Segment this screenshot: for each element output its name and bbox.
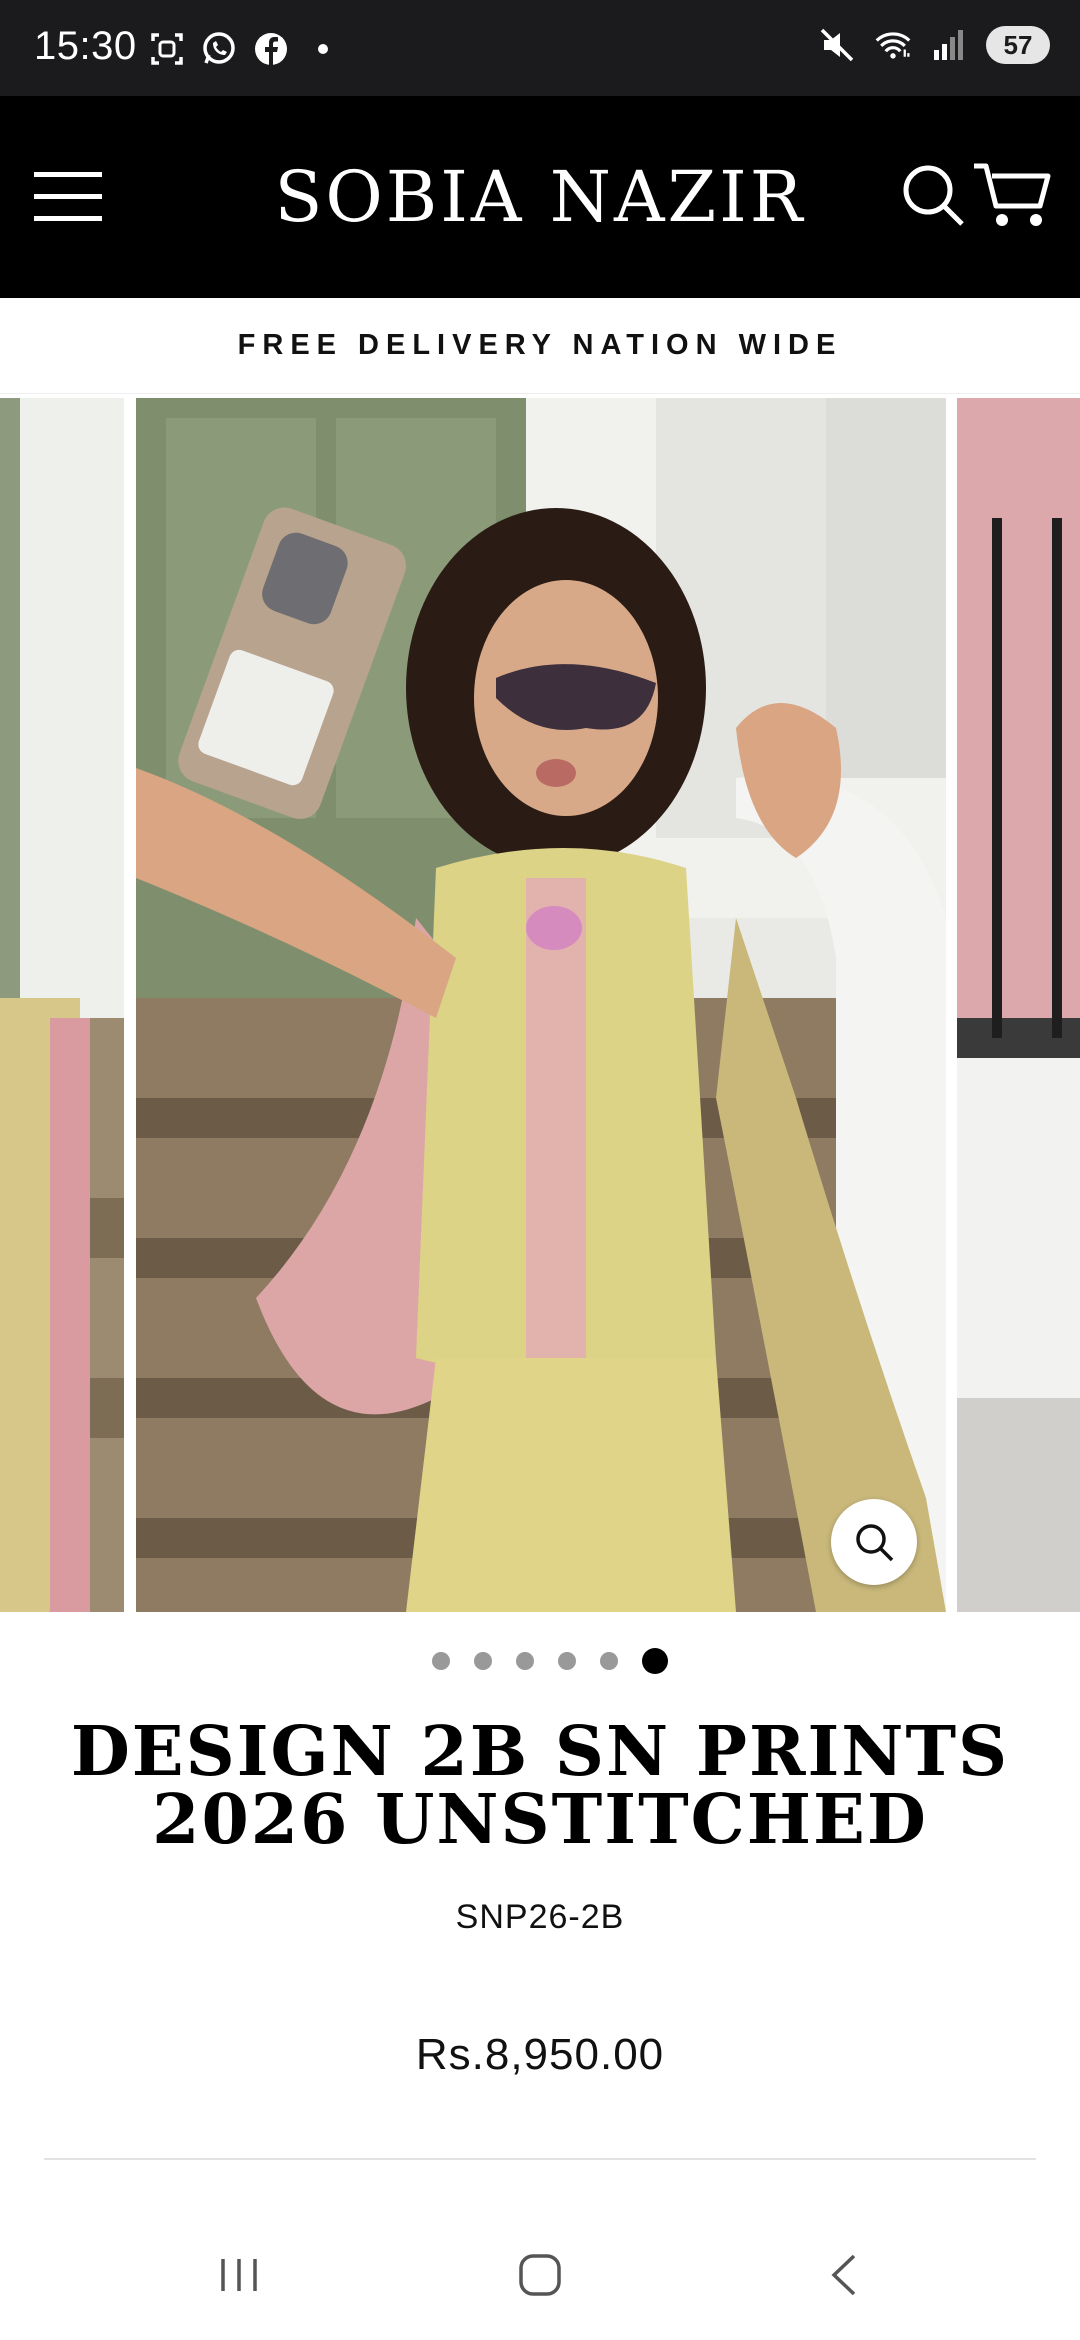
dot-icon	[304, 30, 342, 68]
gallery-slide-previous[interactable]	[0, 398, 124, 1612]
product-price: Rs.8,950.00	[415, 2030, 665, 2079]
pagination-dot-active[interactable]	[642, 1648, 668, 1674]
screenshot-icon	[148, 30, 186, 68]
recents-icon[interactable]	[199, 2240, 279, 2310]
wifi-icon	[874, 26, 912, 64]
home-icon[interactable]	[500, 2240, 580, 2310]
whatsapp-icon	[200, 30, 238, 68]
divider	[44, 2158, 1036, 2160]
status-icons-left	[148, 30, 342, 68]
status-icons-right: 57	[818, 26, 1050, 64]
site-header: SOBIA NAZIR	[0, 96, 1080, 298]
product-sku: SNP26-2B	[455, 1898, 625, 1936]
pagination-dot[interactable]	[600, 1652, 618, 1670]
battery-icon: 57	[986, 26, 1050, 64]
pagination-dot[interactable]	[516, 1652, 534, 1670]
pagination-dot[interactable]	[558, 1652, 576, 1670]
zoom-icon	[856, 1524, 894, 1562]
pagination-dot[interactable]	[474, 1652, 492, 1670]
gallery-pagination	[0, 1648, 1080, 1674]
facebook-icon	[252, 30, 290, 68]
gallery-slide-next[interactable]	[957, 398, 1080, 1612]
mute-icon	[818, 26, 856, 64]
cart-icon[interactable]	[970, 158, 1054, 234]
gallery-slide-active[interactable]	[136, 398, 946, 1612]
zoom-button[interactable]	[831, 1499, 917, 1585]
search-icon[interactable]	[898, 160, 968, 230]
status-bar: 15:30 57	[0, 0, 1080, 96]
status-time: 15:30	[34, 24, 137, 68]
announcement-text: FREE DELIVERY NATION WIDE	[237, 329, 843, 361]
product-title: DESIGN 2B SN PRINTS 2026 UNSTITCHED	[70, 1712, 1010, 1860]
pagination-dot[interactable]	[432, 1652, 450, 1670]
announcement-bar: FREE DELIVERY NATION WIDE	[0, 298, 1080, 394]
system-nav-bar	[0, 2206, 1080, 2340]
product-gallery[interactable]	[0, 398, 1080, 1612]
back-icon[interactable]	[804, 2240, 884, 2310]
signal-icon	[930, 26, 968, 64]
